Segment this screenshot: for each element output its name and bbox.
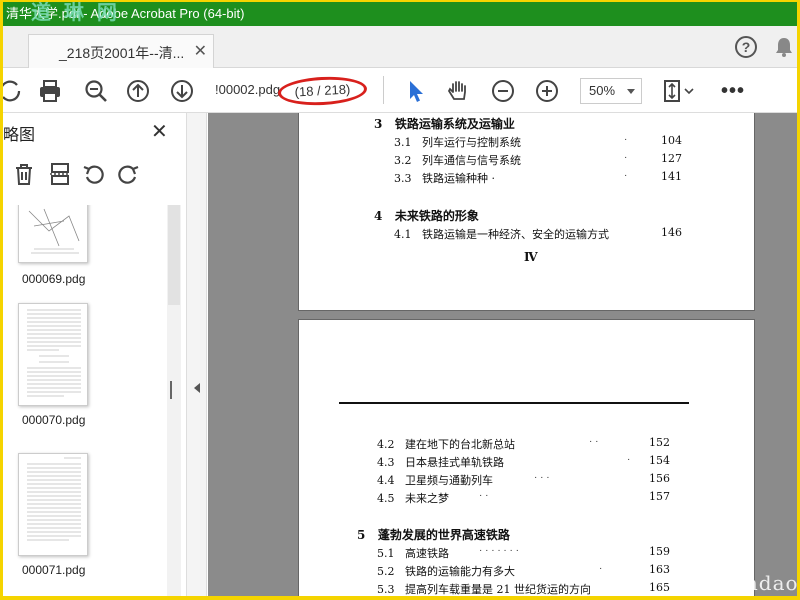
pdf-page: 3 铁路运输系统及运输业 3.1 列车运行与控制系统 · 104 3.2 列车通… (298, 113, 755, 311)
dot-leader: · · · · · · · (479, 545, 519, 556)
dot-leader: · · (479, 490, 489, 501)
select-cursor-icon[interactable] (403, 78, 429, 104)
print-icon[interactable] (37, 78, 63, 104)
resize-handle[interactable] (170, 381, 172, 399)
toc-page-number: 154 (649, 454, 670, 467)
page-number-indicator[interactable]: (18 / 218) (277, 74, 368, 108)
toolbar-divider (383, 76, 384, 104)
toc-section: 5.1 高速铁路 (377, 547, 449, 560)
collapse-arrow-icon[interactable] (194, 383, 200, 393)
dot-leader: · (627, 454, 631, 465)
rotate-right-icon[interactable] (115, 161, 141, 187)
rotate-left-icon[interactable] (81, 161, 107, 187)
document-tab[interactable]: _218页2001年--清... ✕ (28, 34, 214, 68)
panel-collapse-bar[interactable] (170, 113, 207, 596)
dot-leader: · (624, 170, 628, 181)
pdf-page: 4.2 建在地下的台北新总站 · · 152 4.3 日本悬挂式单轨铁路 · 1… (298, 319, 755, 596)
toc-section: 3.3 铁路运输种种 · (394, 172, 495, 185)
dot-leader: · (624, 134, 628, 145)
sync-icon[interactable] (3, 78, 23, 104)
tab-bar: _218页2001年--清... ✕ ? (3, 26, 797, 68)
site-watermark: www. cndao. (666, 571, 797, 595)
toc-section: 4.4 卫星频与通勤列车 (377, 474, 493, 487)
fit-page-icon[interactable] (661, 78, 697, 104)
zoom-level-select[interactable]: 50% (580, 78, 642, 104)
toc-page-number: 159 (649, 545, 670, 558)
toc-section: 4.2 建在地下的台北新总站 (377, 438, 515, 451)
toc-page-number: 141 (661, 170, 682, 183)
toc-page-number: 104 (661, 134, 682, 147)
thumbnail-page[interactable] (18, 453, 88, 556)
page-thumbnails-panel: 略图 ✕ 000069.pdg 000070.pdg 000071.pdg (3, 113, 187, 596)
title-bar: 清华大学.pdf - Adobe Acrobat Pro (64-bit) 道 … (3, 2, 797, 26)
toc-page-number: 152 (649, 436, 670, 449)
zoom-out-icon[interactable] (490, 78, 516, 104)
toolbar: !00002.pdg (18 / 218) 50% ••• (3, 68, 797, 113)
toc-page-number: 127 (661, 152, 682, 165)
toc-section: 3.2 列车通信与信号系统 (394, 154, 521, 167)
toc-page-number: 146 (661, 226, 682, 239)
trash-icon[interactable] (11, 161, 37, 187)
next-page-icon[interactable] (169, 78, 195, 104)
insert-page-icon[interactable] (47, 161, 73, 187)
close-panel-icon[interactable]: ✕ (151, 119, 168, 144)
bell-icon[interactable] (775, 37, 793, 62)
hand-tool-icon[interactable] (445, 78, 471, 104)
dot-leader: · · · (534, 472, 550, 483)
toc-section: 5.3 提高列车载重量是 21 世纪货运的方向 (377, 583, 591, 596)
zoom-in-icon[interactable] (534, 78, 560, 104)
document-view: 3 铁路运输系统及运输业 3.1 列车运行与控制系统 · 104 3.2 列车通… (208, 113, 797, 596)
dot-leader: · (599, 563, 603, 574)
toc-section: 5.2 铁路的运输能力有多大 (377, 565, 515, 578)
toc-page-number: 157 (649, 490, 670, 503)
toc-page-number: 156 (649, 472, 670, 485)
zoom-out-magnifier-icon[interactable] (83, 78, 109, 104)
thumbnail-label: 000070.pdg (22, 413, 86, 427)
toc-section: 3.1 列车运行与控制系统 (394, 136, 521, 149)
thumbnail-list: 000069.pdg 000070.pdg 000071.pdg (3, 205, 175, 596)
thumbnail-page[interactable] (18, 205, 88, 263)
toc-section: 4.3 日本悬挂式单轨铁路 (377, 456, 504, 469)
thumbnail-scrollbar-thumb[interactable] (168, 205, 180, 305)
toc-chapter: 4 未来铁路的形象 (374, 209, 479, 223)
thumbnail-label: 000069.pdg (22, 272, 86, 286)
page-name-field[interactable]: !00002.pdg (215, 82, 280, 97)
dot-leader: · · (589, 436, 599, 447)
toc-section: 4.1 铁路运输是一种经济、安全的运输方式 (394, 228, 609, 241)
panel-title: 略图 (3, 127, 36, 144)
watermark-logo: 道 琳 网 (31, 2, 120, 24)
zoom-level-value: 50% (589, 83, 616, 98)
previous-page-icon[interactable] (125, 78, 151, 104)
toc-chapter: 5 蓬勃发展的世界高速铁路 (357, 528, 510, 542)
acrobat-window: 清华大学.pdf - Adobe Acrobat Pro (64-bit) 道 … (3, 2, 797, 596)
thumbnail-label: 000071.pdg (22, 563, 86, 577)
roman-page-number: Ⅳ (524, 250, 538, 264)
more-tools-button[interactable]: ••• (721, 80, 745, 103)
horizontal-rule (339, 402, 689, 404)
close-tab-icon[interactable]: ✕ (194, 41, 207, 61)
chevron-down-icon (627, 89, 635, 94)
dot-leader: · (624, 152, 628, 163)
toc-chapter: 3 铁路运输系统及运输业 (374, 117, 515, 131)
document-tab-label: _218页2001年--清... (59, 45, 185, 61)
toc-section: 4.5 未来之梦 (377, 492, 449, 505)
thumbnail-page[interactable] (18, 303, 88, 406)
help-button[interactable]: ? (735, 36, 757, 58)
